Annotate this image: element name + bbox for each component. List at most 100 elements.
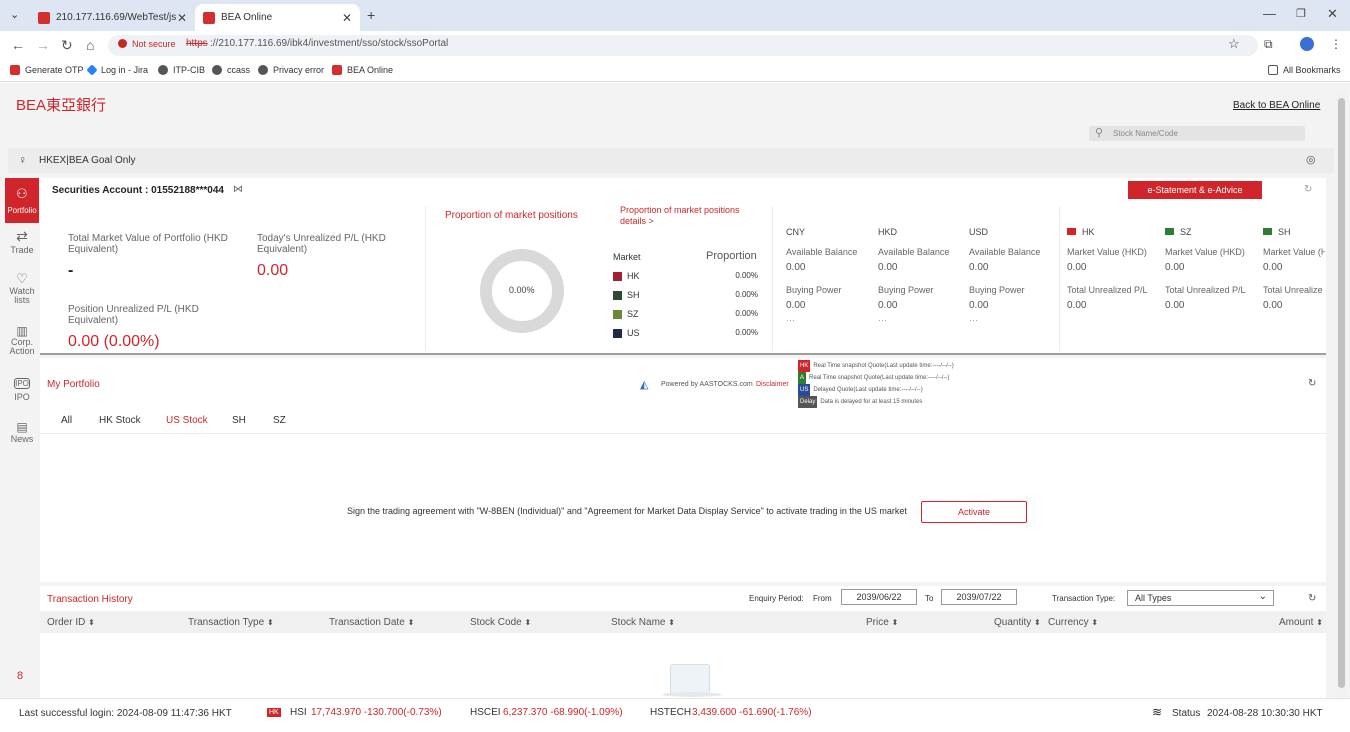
hsi-value: 17,743.970 -130.700(-0.73%) bbox=[311, 707, 442, 718]
disclaimer-link[interactable]: Disclaimer bbox=[756, 381, 789, 388]
col-amount[interactable]: Amount ⬍ bbox=[1279, 617, 1323, 628]
sidebar-item-corp-action[interactable]: ▥ Corp. Action bbox=[5, 324, 39, 356]
new-tab-icon[interactable]: + bbox=[367, 7, 375, 23]
tab-search-icon[interactable]: ⌄ bbox=[10, 8, 19, 21]
bookmark-ccass[interactable]: ccass bbox=[212, 65, 250, 75]
hstech-label: HSTECH bbox=[650, 707, 692, 718]
column-label: Transaction Date bbox=[329, 617, 405, 628]
news-icon: ▤ bbox=[16, 420, 28, 434]
tab-sh[interactable]: SH bbox=[232, 415, 246, 426]
col-stock-name[interactable]: Stock Name ⬍ bbox=[611, 617, 675, 628]
more-icon[interactable]: ··· bbox=[786, 315, 857, 325]
sidebar-item-news[interactable]: ▤ News bbox=[5, 420, 39, 444]
col-currency[interactable]: Currency ⬍ bbox=[1048, 617, 1098, 628]
proportion-row: US 0.00% bbox=[613, 327, 758, 346]
quote-note-text: Real Time snapshot Quote(Last update tim… bbox=[809, 375, 950, 381]
scrollbar-thumb[interactable] bbox=[1338, 98, 1345, 688]
col-transaction-type[interactable]: Transaction Type ⬍ bbox=[188, 617, 274, 628]
star-icon[interactable]: ☆ bbox=[1228, 36, 1240, 52]
bea-logo-text: BEA東亞銀行 bbox=[16, 97, 107, 114]
transaction-type-value: All Types bbox=[1135, 593, 1172, 603]
balance-hkd: HKD Available Balance 0.00 Buying Power … bbox=[878, 227, 949, 325]
sort-icon: ⬍ bbox=[891, 618, 899, 627]
menu-dots-icon[interactable]: ⋮ bbox=[1330, 37, 1342, 51]
market-value-label: Market Value (HKD) bbox=[1165, 247, 1245, 257]
col-quantity[interactable]: Quantity ⬍ bbox=[994, 617, 1041, 628]
home-icon[interactable]: ⌂ bbox=[86, 37, 94, 53]
sidebar-item-watchlists[interactable]: ♡ Watch lists bbox=[5, 271, 39, 305]
my-portfolio-title: My Portfolio bbox=[47, 379, 100, 390]
settings-icon[interactable]: ◎ bbox=[1306, 153, 1316, 166]
more-icon[interactable]: ··· bbox=[878, 315, 949, 325]
horizontal-scrollbar[interactable] bbox=[40, 353, 1326, 355]
back-arrow-icon[interactable]: ← bbox=[11, 37, 25, 53]
close-tab-icon[interactable]: ✕ bbox=[177, 11, 187, 25]
more-icon[interactable]: ··· bbox=[969, 315, 1040, 325]
sidebar-item-ipo[interactable]: IPO IPO bbox=[5, 378, 39, 402]
folder-icon bbox=[1268, 65, 1278, 75]
from-date-input[interactable]: 2039/06/22 bbox=[841, 589, 917, 605]
page-scrollbar[interactable] bbox=[1337, 90, 1346, 698]
col-transaction-date[interactable]: Transaction Date ⬍ bbox=[329, 617, 414, 628]
divider bbox=[425, 206, 426, 351]
not-secure-label[interactable]: Not secure bbox=[132, 39, 176, 49]
profile-avatar[interactable] bbox=[1300, 37, 1314, 51]
refresh-icon[interactable]: ↻ bbox=[1308, 593, 1316, 604]
today-pl-label: Today's Unrealized P/L (HKD Equivalent) bbox=[257, 233, 386, 255]
all-bookmarks[interactable]: All Bookmarks bbox=[1268, 65, 1341, 75]
refresh-icon[interactable]: ↻ bbox=[1308, 378, 1316, 389]
tab-bea-online[interactable]: BEA Online ✕ bbox=[195, 4, 360, 31]
sidebar-label: IPO bbox=[14, 392, 30, 402]
bookmark-bea-online[interactable]: BEA Online bbox=[332, 65, 393, 75]
bookmark-generate-otp[interactable]: Generate OTP bbox=[10, 65, 84, 75]
activate-button[interactable]: Activate bbox=[921, 501, 1027, 523]
back-to-bea-link[interactable]: Back to BEA Online bbox=[1233, 100, 1320, 111]
restore-icon[interactable]: ❐ bbox=[1296, 7, 1306, 20]
browser-tab-bar: ⌄ 210.177.116.69/WebTest/jsp/IB ✕ BEA On… bbox=[0, 0, 1350, 31]
bookmark-jira[interactable]: Log in - Jira bbox=[86, 64, 148, 76]
minimize-icon[interactable]: — bbox=[1263, 6, 1276, 21]
stock-search-box[interactable]: ⚲ Stock Name/Code bbox=[1089, 126, 1305, 141]
sidebar-item-trade[interactable]: ⇄ Trade bbox=[5, 228, 39, 255]
tab-sz[interactable]: SZ bbox=[273, 415, 286, 426]
total-market-value-label: Total Market Value of Portfolio (HKD Equ… bbox=[68, 233, 228, 255]
proportion-row: SH 0.00% bbox=[613, 289, 758, 308]
address-bar[interactable]: Not secure https ://210.177.116.69/ibk4/… bbox=[108, 35, 1258, 56]
tab-all[interactable]: All bbox=[61, 415, 72, 426]
reload-icon[interactable]: ↻ bbox=[61, 37, 73, 54]
estatement-button[interactable]: e-Statement & e-Advice bbox=[1128, 181, 1262, 199]
bookmark-itp-cib[interactable]: ITP-CIB bbox=[158, 65, 205, 75]
sort-icon: ⬍ bbox=[1034, 618, 1041, 627]
column-label: Currency bbox=[1048, 617, 1089, 628]
us-legend-swatch bbox=[613, 328, 622, 338]
market-value-hk: HK Market Value (HKD) 0.00 Total Unreali… bbox=[1067, 227, 1165, 311]
extensions-icon[interactable]: ⧉ bbox=[1264, 37, 1273, 52]
sz-legend-swatch bbox=[613, 309, 622, 319]
bea-logo[interactable]: BEA東亞銀行 bbox=[16, 94, 106, 115]
col-price[interactable]: Price ⬍ bbox=[866, 617, 898, 628]
tab-hk-stock[interactable]: HK Stock bbox=[99, 415, 141, 426]
hide-eye-icon[interactable]: ⋈ bbox=[233, 184, 243, 195]
sidebar-item-portfolio[interactable]: ⚇ Portfolio bbox=[5, 178, 39, 223]
to-date-input[interactable]: 2039/07/22 bbox=[941, 589, 1017, 605]
transaction-type-select[interactable]: All Types ⌄ bbox=[1127, 590, 1274, 606]
forward-arrow-icon[interactable]: → bbox=[36, 37, 50, 53]
bookmark-privacy-error[interactable]: Privacy error bbox=[258, 65, 324, 75]
refresh-icon[interactable]: ↻ bbox=[1304, 184, 1312, 195]
building-icon: ▥ bbox=[16, 324, 28, 338]
col-stock-code[interactable]: Stock Code ⬍ bbox=[470, 617, 531, 628]
proportion-details-link[interactable]: Proportion of market positions details > bbox=[620, 205, 760, 227]
tab-webtest[interactable]: 210.177.116.69/WebTest/jsp/IB ✕ bbox=[30, 4, 195, 31]
tab-us-stock[interactable]: US Stock bbox=[166, 415, 208, 426]
bea-favicon-icon bbox=[203, 11, 215, 24]
securities-account-title: Securities Account : 01552188***044 bbox=[52, 185, 224, 196]
col-order-id[interactable]: Order ID ⬍ bbox=[47, 617, 95, 628]
hk-legend-swatch bbox=[613, 271, 622, 281]
bookmark-label: ITP-CIB bbox=[173, 65, 206, 75]
window-close-icon[interactable]: ✕ bbox=[1327, 6, 1338, 22]
sidebar-label: Watch lists bbox=[9, 286, 35, 305]
sort-icon: ⬍ bbox=[1091, 618, 1099, 627]
close-tab-icon[interactable]: ✕ bbox=[342, 11, 352, 25]
available-balance-label: Available Balance bbox=[878, 247, 950, 257]
market-label: SH bbox=[1278, 227, 1291, 237]
